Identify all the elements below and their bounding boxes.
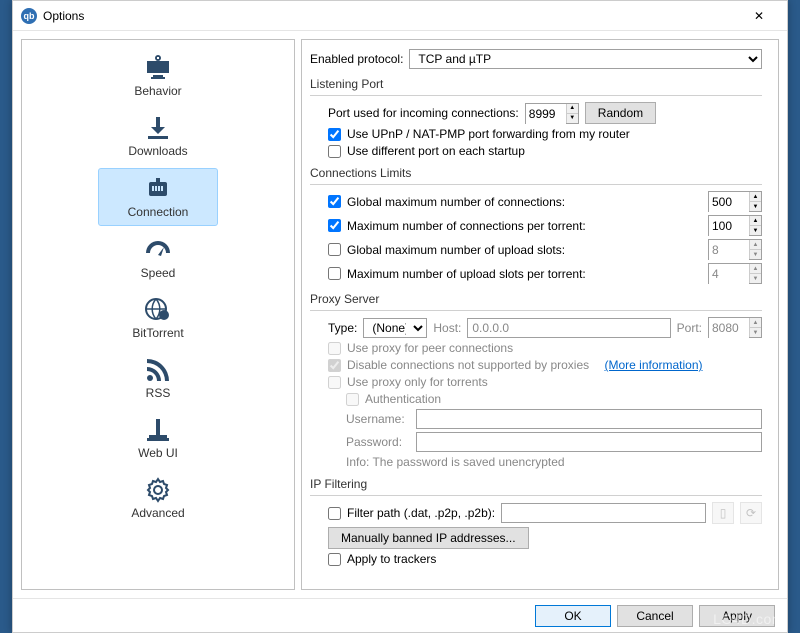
titlebar: qb Options ✕ <box>13 1 787 31</box>
global-upload-checkbox[interactable] <box>328 243 341 256</box>
cancel-button[interactable]: Cancel <box>617 605 693 627</box>
proxy-title: Proxy Server <box>310 292 762 306</box>
proxy-password-label: Password: <box>346 435 410 449</box>
sidebar-item-label: Web UI <box>138 446 178 460</box>
proxy-port-spin: ▲▼ <box>708 317 762 338</box>
apply-trackers-checkbox[interactable] <box>328 553 341 566</box>
spin-up-icon[interactable]: ▲ <box>566 104 578 114</box>
sidebar-item-behavior[interactable]: Behavior <box>98 48 218 104</box>
sidebar-item-speed[interactable]: Speed <box>98 230 218 286</box>
per-torrent-conn-spin[interactable]: ▲▼ <box>708 215 762 236</box>
global-conn-label[interactable]: Global maximum number of connections: <box>347 195 702 209</box>
proxy-peer-label: Use proxy for peer connections <box>347 341 513 355</box>
global-conn-spin[interactable]: ▲▼ <box>708 191 762 212</box>
connection-settings: Enabled protocol: TCP and µTP Listening … <box>302 40 778 589</box>
filter-path-checkbox[interactable] <box>328 507 341 520</box>
proxy-disable-checkbox <box>328 359 341 372</box>
upnp-label[interactable]: Use UPnP / NAT-PMP port forwarding from … <box>347 127 630 141</box>
proxy-type-label: Type: <box>328 321 357 335</box>
proxy-host-input <box>467 318 670 338</box>
random-port-button[interactable]: Random <box>585 102 656 124</box>
per-torrent-upload-spin: ▲▼ <box>708 263 762 284</box>
sidebar-item-label: Behavior <box>134 84 181 98</box>
conn-limits-title: Connections Limits <box>310 166 762 180</box>
options-window: qb Options ✕ Behavior Downloads Co <box>12 0 788 633</box>
content-panel: Enabled protocol: TCP and µTP Listening … <box>301 39 779 590</box>
filter-path-input <box>501 503 706 523</box>
per-torrent-upload-checkbox[interactable] <box>328 267 341 280</box>
enabled-protocol-select[interactable]: TCP and µTP <box>409 49 762 69</box>
diff-port-checkbox[interactable] <box>328 145 341 158</box>
per-torrent-conn-checkbox[interactable] <box>328 219 341 232</box>
webui-icon <box>142 416 174 444</box>
manual-ban-button[interactable]: Manually banned IP addresses... <box>328 527 529 549</box>
sidebar-item-label: BitTorrent <box>132 326 183 340</box>
global-conn-checkbox[interactable] <box>328 195 341 208</box>
dialog-footer: OK Cancel Apply <box>13 598 787 632</box>
proxy-auth-checkbox <box>346 393 359 406</box>
close-button[interactable]: ✕ <box>739 2 779 30</box>
proxy-password-input <box>416 432 762 452</box>
sidebar-item-label: RSS <box>146 386 171 400</box>
proxy-only-torrents-label: Use proxy only for torrents <box>347 375 488 389</box>
category-sidebar: Behavior Downloads Connection Speed <box>21 39 295 590</box>
port-input[interactable] <box>526 104 566 124</box>
proxy-host-label: Host: <box>433 321 461 335</box>
proxy-only-torrents-checkbox <box>328 376 341 389</box>
per-torrent-upload-label[interactable]: Maximum number of upload slots per torre… <box>347 267 702 281</box>
sidebar-item-connection[interactable]: Connection <box>98 168 218 226</box>
filter-path-label[interactable]: Filter path (.dat, .p2p, .p2b): <box>347 506 495 520</box>
proxy-username-label: Username: <box>346 412 410 426</box>
sidebar-item-downloads[interactable]: Downloads <box>98 108 218 164</box>
global-upload-spin: ▲▼ <box>708 239 762 260</box>
more-info-link[interactable]: (More information) <box>605 358 703 372</box>
sidebar-item-label: Speed <box>141 266 176 280</box>
sidebar-item-label: Downloads <box>128 144 187 158</box>
reload-icon: ⟳ <box>740 502 762 524</box>
browse-icon: ▯ <box>712 502 734 524</box>
network-icon <box>142 175 174 203</box>
apply-trackers-label[interactable]: Apply to trackers <box>347 552 436 566</box>
per-torrent-conn-label[interactable]: Maximum number of connections per torren… <box>347 219 702 233</box>
globe-gear-icon <box>142 296 174 324</box>
download-icon <box>142 114 174 142</box>
sidebar-item-webui[interactable]: Web UI <box>98 410 218 466</box>
rss-icon <box>142 356 174 384</box>
ok-button[interactable]: OK <box>535 605 611 627</box>
port-label: Port used for incoming connections: <box>328 106 519 120</box>
proxy-info-text: Info: The password is saved unencrypted <box>346 455 565 469</box>
sidebar-item-advanced[interactable]: Advanced <box>98 470 218 526</box>
listening-port-title: Listening Port <box>310 77 762 91</box>
port-spinbox[interactable]: ▲▼ <box>525 103 579 124</box>
sidebar-item-rss[interactable]: RSS <box>98 350 218 406</box>
proxy-type-select[interactable]: (None) <box>363 318 427 338</box>
proxy-auth-label: Authentication <box>365 392 441 406</box>
apply-button[interactable]: Apply <box>699 605 775 627</box>
proxy-disable-label: Disable connections not supported by pro… <box>347 358 589 372</box>
gear-icon <box>142 476 174 504</box>
diff-port-label[interactable]: Use different port on each startup <box>347 144 525 158</box>
spin-down-icon[interactable]: ▼ <box>566 114 578 123</box>
window-title: Options <box>43 9 739 23</box>
upnp-checkbox[interactable] <box>328 128 341 141</box>
proxy-port-label: Port: <box>677 321 702 335</box>
global-upload-label[interactable]: Global maximum number of upload slots: <box>347 243 702 257</box>
sidebar-item-label: Connection <box>128 205 189 219</box>
proxy-peer-checkbox <box>328 342 341 355</box>
proxy-username-input <box>416 409 762 429</box>
sidebar-item-bittorrent[interactable]: BitTorrent <box>98 290 218 346</box>
enabled-protocol-label: Enabled protocol: <box>310 52 403 66</box>
ip-filter-title: IP Filtering <box>310 477 762 491</box>
app-icon: qb <box>21 8 37 24</box>
sidebar-item-label: Advanced <box>131 506 184 520</box>
monitor-gear-icon <box>142 54 174 82</box>
gauge-icon <box>142 236 174 264</box>
